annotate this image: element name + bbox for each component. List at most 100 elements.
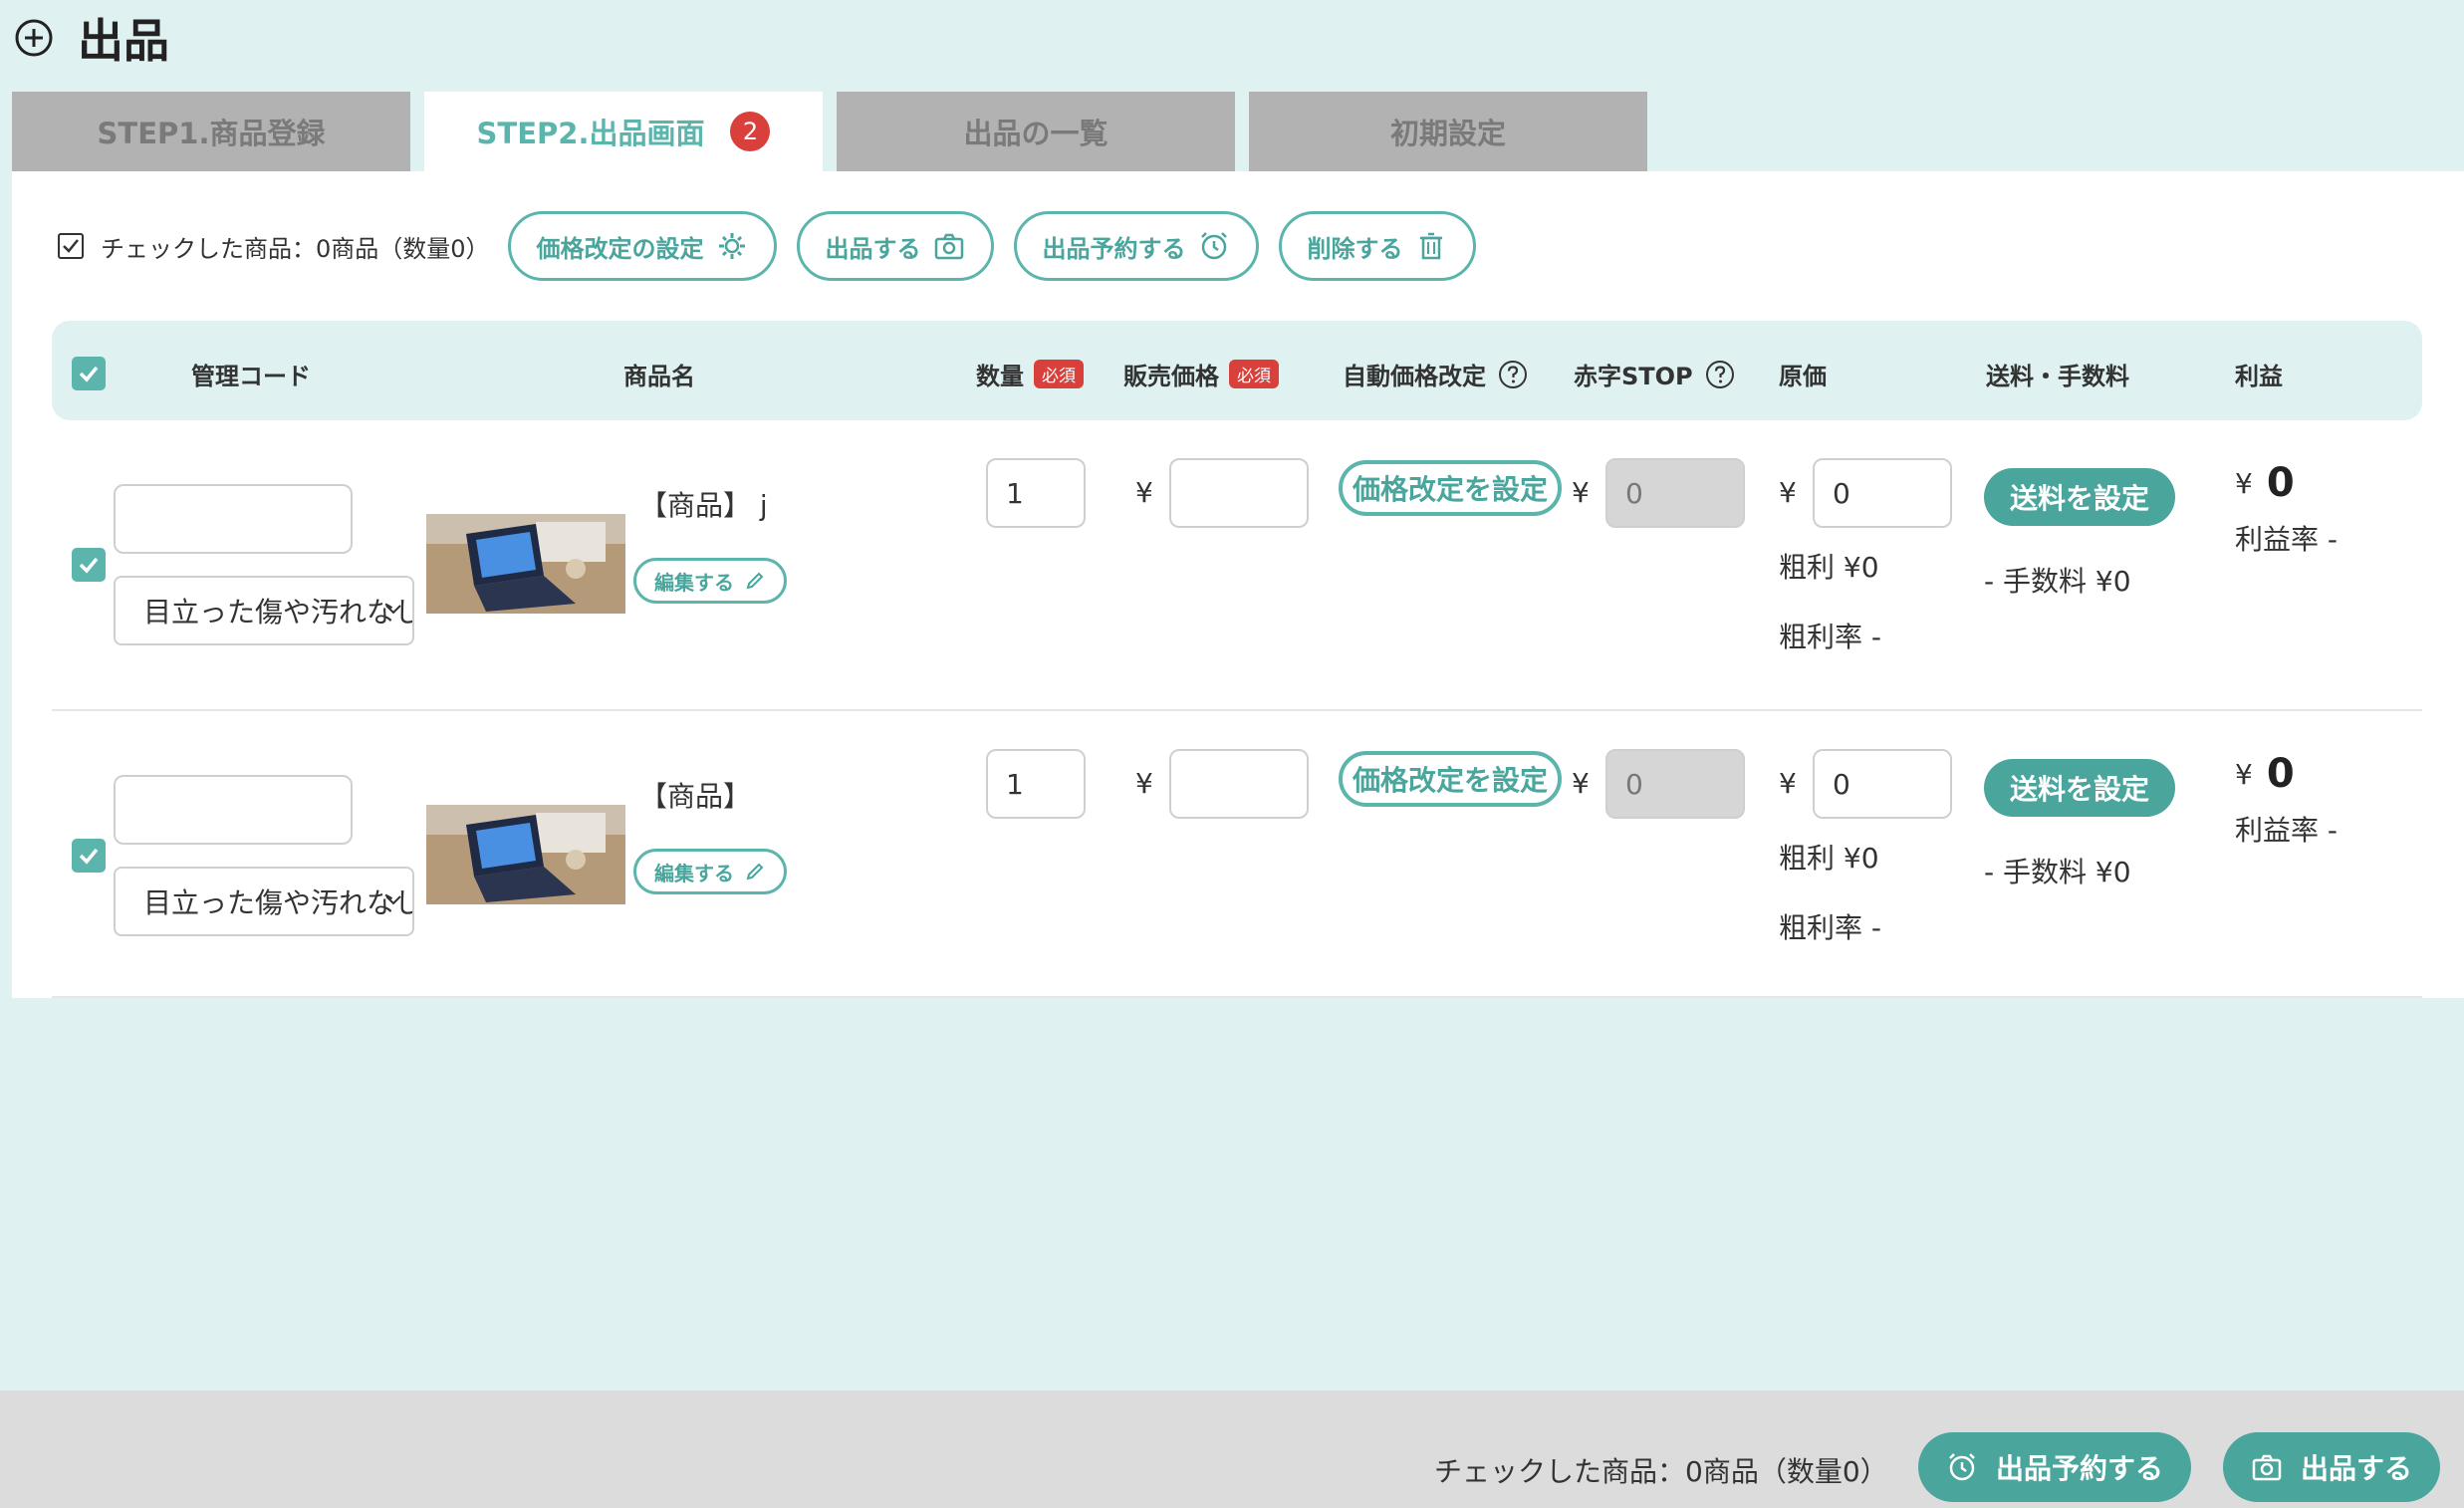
button-label: 出品予約する: [1995, 1452, 2163, 1485]
selected-value: 目立った傷や汚れなし: [143, 886, 414, 919]
yen-symbol: ¥: [1779, 476, 1797, 509]
quantity-input[interactable]: 1: [986, 458, 1086, 528]
table-row: 目立った傷や汚れなし 【商品】 j 編集する 1 ¥ 価格改定を設定 ¥ 0 ¥…: [52, 430, 2422, 719]
list-button[interactable]: 出品する: [796, 211, 994, 281]
header-label: 自動価格改定: [1343, 363, 1486, 390]
profit-rate: 利益率 -: [2235, 814, 2339, 847]
button-label: 出品する: [2300, 1452, 2412, 1485]
camera-icon: [934, 233, 963, 260]
header-label: 利益: [2235, 363, 2283, 390]
header-label: 原価: [1779, 363, 1827, 390]
profit-amount: 0: [2266, 751, 2295, 797]
sale-price-input[interactable]: [1169, 458, 1309, 528]
selected-value: 目立った傷や汚れなし: [143, 596, 414, 628]
edit-button[interactable]: 編集する: [633, 849, 787, 894]
header-code: 管理コード: [191, 357, 311, 391]
footer-list-button[interactable]: 出品する: [2223, 1432, 2440, 1502]
yen-symbol: ¥: [1135, 767, 1153, 800]
page-title: 出品: [78, 14, 169, 68]
trash-icon: [1419, 232, 1442, 260]
listing-panel: チェックした商品：0商品（数量0） 価格改定の設定 出品する 出品予約する 削除…: [12, 171, 2464, 998]
tab-step2[interactable]: STEP2.出品画面 2: [424, 92, 823, 171]
header-label: 管理コード: [191, 363, 311, 390]
chevron-down-icon: [385, 895, 401, 905]
yen-symbol: ¥: [1779, 767, 1797, 800]
footer-checked-summary: チェックした商品：0商品（数量0）: [1434, 1455, 1888, 1488]
fee-text: - 手数料 ¥0: [1984, 565, 2131, 598]
check-icon: [79, 848, 99, 865]
header-sale-price: 販売価格 必須: [1123, 357, 1279, 391]
price-revision-setting-button[interactable]: 価格改定を設定: [1339, 460, 1563, 516]
help-icon[interactable]: [1705, 360, 1735, 389]
tab-step1[interactable]: STEP1.商品登録: [12, 92, 410, 171]
profit-value: ¥ 0: [2235, 751, 2295, 797]
quantity-input[interactable]: 1: [986, 749, 1086, 819]
button-label: 編集する: [654, 861, 734, 885]
product-thumbnail: [426, 805, 625, 904]
cost-input[interactable]: 0: [1813, 749, 1952, 819]
row-divider: [52, 996, 2422, 998]
sale-price-input[interactable]: [1169, 749, 1309, 819]
tab-label: 初期設定: [1389, 117, 1506, 150]
tab-initial-settings[interactable]: 初期設定: [1249, 92, 1647, 171]
header-label: 赤字STOP: [1574, 363, 1693, 390]
header-name: 商品名: [623, 357, 695, 391]
plus-circle-icon: [15, 19, 53, 57]
select-all-checkbox[interactable]: [72, 357, 106, 390]
table-header: 管理コード 商品名 数量 必須 販売価格 必須 自動価格改定 赤字STOP 原価…: [52, 321, 2422, 420]
button-label: 削除する: [1307, 234, 1403, 263]
gear-icon: [718, 233, 745, 259]
tab-label: STEP2.出品画面: [476, 117, 705, 150]
checked-summary: チェックした商品：0商品（数量0）: [101, 234, 490, 263]
set-shipping-button[interactable]: 送料を設定: [1984, 759, 2175, 817]
gross-margin: 粗利率 -: [1779, 911, 1882, 944]
footer-schedule-button[interactable]: 出品予約する: [1918, 1432, 2191, 1502]
header-quantity: 数量 必須: [976, 357, 1084, 391]
schedule-listing-button[interactable]: 出品予約する: [1013, 211, 1259, 281]
camera-icon: [2252, 1454, 2282, 1481]
delete-button[interactable]: 削除する: [1278, 211, 1476, 281]
yen-symbol: ¥: [1572, 767, 1590, 800]
price-revision-setting-button[interactable]: 価格改定を設定: [1339, 751, 1563, 807]
gross-profit: 粗利 ¥0: [1779, 842, 1879, 875]
help-icon[interactable]: [1498, 360, 1528, 389]
footer-bar: チェックした商品：0商品（数量0） 出品予約する 出品する: [0, 1390, 2464, 1508]
button-label: 価格改定の設定: [536, 234, 704, 263]
edit-button[interactable]: 編集する: [633, 558, 787, 604]
required-badge: 必須: [1034, 360, 1084, 388]
page-header: 出品: [14, 8, 169, 68]
profit-rate: 利益率 -: [2235, 523, 2339, 556]
button-label: 出品予約する: [1042, 234, 1186, 263]
tab-label: STEP1.商品登録: [97, 117, 326, 150]
row-checkbox[interactable]: [72, 839, 106, 873]
condition-select[interactable]: 目立った傷や汚れなし: [114, 576, 414, 645]
header-loss-stop: 赤字STOP: [1574, 357, 1735, 391]
profit-value: ¥ 0: [2235, 460, 2295, 506]
code-input[interactable]: [114, 484, 353, 554]
alarm-clock-icon: [1200, 232, 1227, 260]
tab-badge: 2: [730, 112, 771, 151]
button-label: 送料を設定: [2009, 773, 2149, 806]
header-label: 送料・手数料: [1986, 363, 2129, 390]
price-revision-settings-button[interactable]: 価格改定の設定: [507, 211, 777, 281]
row-checkbox[interactable]: [72, 548, 106, 582]
check-icon: [79, 557, 99, 574]
gross-margin: 粗利率 -: [1779, 621, 1882, 653]
cost-input[interactable]: 0: [1813, 458, 1952, 528]
tab-listing-list[interactable]: 出品の一覧: [837, 92, 1235, 171]
gross-profit: 粗利 ¥0: [1779, 551, 1879, 584]
loss-stop-input: 0: [1605, 749, 1745, 819]
button-label: 出品する: [825, 234, 921, 263]
row-divider: [52, 709, 2422, 711]
yen-symbol: ¥: [2235, 757, 2253, 791]
check-icon: [79, 366, 99, 382]
yen-symbol: ¥: [1572, 476, 1590, 509]
condition-select[interactable]: 目立った傷や汚れなし: [114, 867, 414, 936]
chevron-down-icon: [385, 605, 401, 615]
product-name: 【商品】: [639, 780, 752, 813]
pencil-icon: [746, 863, 764, 880]
loss-stop-input: 0: [1605, 458, 1745, 528]
code-input[interactable]: [114, 775, 353, 845]
set-shipping-button[interactable]: 送料を設定: [1984, 468, 2175, 526]
button-label: 送料を設定: [2009, 482, 2149, 515]
